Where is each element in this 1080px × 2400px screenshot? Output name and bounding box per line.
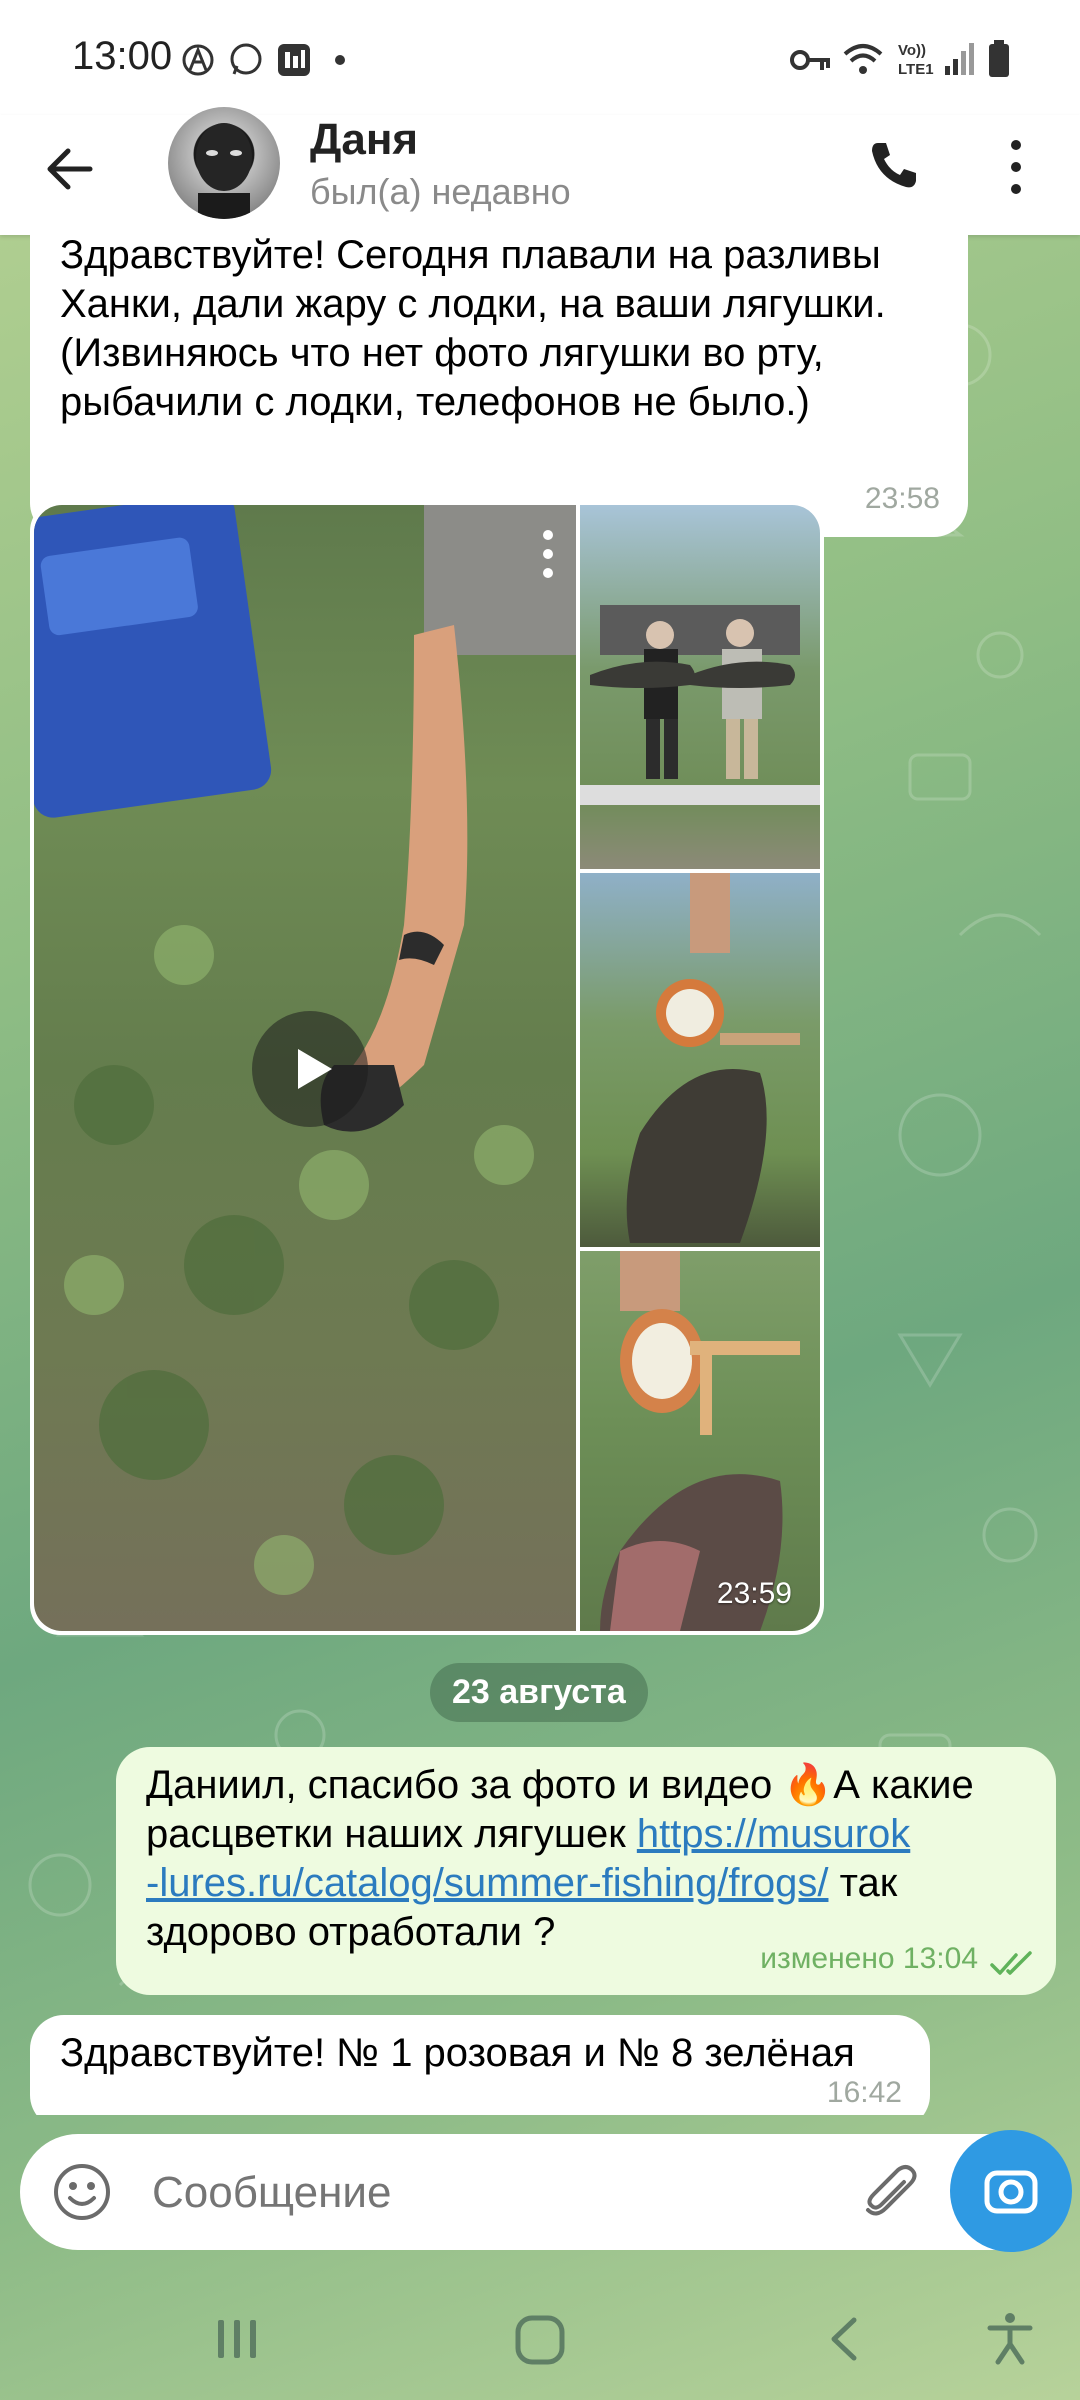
media-menu-icon[interactable] [540, 529, 556, 579]
message-text: Здравствуйте! Сегодня плавали на разливы… [60, 235, 886, 424]
read-checkmarks-icon [990, 1951, 1032, 1975]
link-line-2[interactable]: -lures.ru/catalog/summer-fishing/frogs/ [146, 1861, 828, 1905]
avatar[interactable] [168, 107, 280, 219]
recent-apps-icon[interactable] [212, 2314, 262, 2364]
svg-text:LTE1: LTE1 [898, 61, 934, 78]
message-list[interactable]: Здравствуйте! Сегодня плавали на разливы… [0, 235, 1080, 2115]
incoming-message[interactable]: Здравствуйте! Сегодня плавали на разливы… [30, 235, 968, 537]
link-line-1[interactable]: https://musurok [637, 1812, 910, 1856]
signal-icon [945, 43, 974, 75]
wifi-icon [843, 44, 883, 74]
status-bar: 13:00 Vo)) LTE1 [0, 0, 1080, 115]
photo-fishermen[interactable] [580, 505, 820, 869]
photo-scale-fish-2[interactable]: 23:59 [580, 1251, 820, 1631]
app-tile-icon [278, 44, 310, 76]
contact-info[interactable] [0, 115, 1, 116]
volte-icon: Vo)) LTE1 [898, 42, 934, 78]
date-separator: 23 августа [430, 1663, 648, 1722]
message-time: 23:59 [716, 1577, 792, 1610]
more-options-icon[interactable] [1004, 137, 1028, 197]
media-album[interactable]: 23:59 [30, 501, 824, 1635]
message-time: 23:58 [864, 482, 940, 515]
play-button-icon[interactable] [252, 1011, 368, 1127]
last-seen-status: был(а) недавно [310, 171, 571, 212]
message-time: 16:42 [826, 2076, 902, 2109]
attach-paperclip-icon[interactable] [860, 2162, 922, 2224]
emoji-icon[interactable] [52, 2162, 112, 2222]
vpn-key-icon [790, 50, 830, 70]
message-time: изменено 13:04 [760, 1942, 978, 1975]
camera-icon [984, 2170, 1038, 2214]
back-nav-icon[interactable] [820, 2314, 870, 2364]
svg-text:Vo)): Vo)) [898, 42, 926, 59]
message-composer [20, 2134, 1060, 2250]
whatsapp-icon [230, 43, 262, 75]
outgoing-message[interactable]: Даниил, спасибо за фото и видео 🔥А какие… [116, 1747, 1056, 1995]
clock: 13:00 [72, 34, 173, 78]
battery-icon [989, 40, 1009, 77]
incoming-message[interactable]: Здравствуйте! № 1 розовая и № 8 зелёная … [30, 2015, 930, 2115]
back-arrow-icon[interactable] [42, 139, 102, 199]
chat-header: Даня был(а) недавно [0, 107, 1080, 235]
system-nav-bar [0, 2276, 1080, 2400]
video-thumbnail[interactable] [34, 505, 576, 1631]
accessibility-icon[interactable] [982, 2310, 1038, 2366]
message-text: Здравствуйте! № 1 розовая и № 8 зелёная [60, 2031, 855, 2075]
contact-name[interactable]: Даня [310, 115, 418, 165]
photo-scale-fish[interactable] [580, 873, 820, 1247]
message-input[interactable] [150, 2160, 844, 2226]
home-icon[interactable] [512, 2312, 568, 2368]
camera-button[interactable] [950, 2130, 1072, 2252]
message-text: Даниил, спасибо за фото и видео 🔥А какие… [146, 1761, 1042, 1957]
app-notification-icon [182, 44, 214, 76]
phone-call-icon[interactable] [866, 137, 922, 193]
dot-icon [335, 55, 345, 65]
